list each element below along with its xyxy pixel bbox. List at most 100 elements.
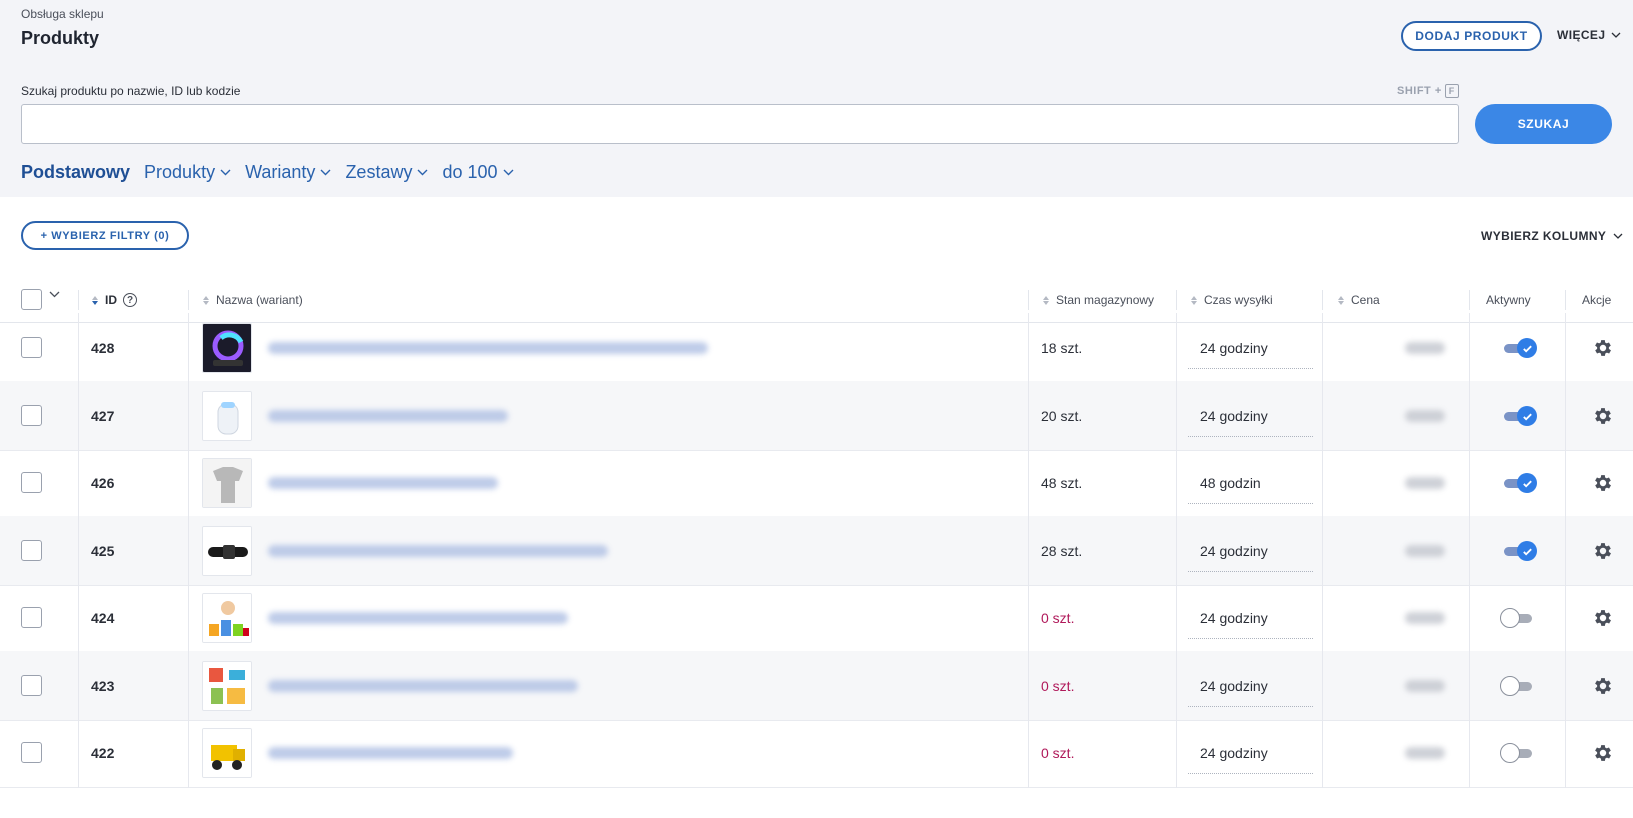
- product-name-link[interactable]: [268, 718, 1028, 788]
- product-thumbnail[interactable]: [202, 458, 252, 508]
- row-checkbox[interactable]: [21, 607, 42, 628]
- table-row[interactable]: 423 0 szt. 24 godziny: [0, 651, 1633, 721]
- column-divider: [188, 313, 189, 383]
- column-divider: [78, 516, 79, 586]
- column-divider: [1176, 583, 1177, 653]
- product-name-link[interactable]: [268, 583, 1028, 653]
- shipping-time-field[interactable]: 48 godzin: [1188, 462, 1313, 504]
- column-label: Cena: [1351, 293, 1380, 307]
- column-header-id[interactable]: ID ?: [92, 290, 137, 310]
- add-product-button[interactable]: DODAJ PRODUKT: [1401, 21, 1542, 51]
- table-row[interactable]: 426 48 szt. 48 godzin: [0, 448, 1633, 518]
- row-checkbox[interactable]: [21, 540, 42, 561]
- table-row[interactable]: 422 0 szt. 24 godziny: [0, 718, 1633, 788]
- product-name-link[interactable]: [268, 516, 1028, 586]
- column-divider: [78, 651, 79, 721]
- table-row[interactable]: 428 18 szt. 24 godziny: [0, 313, 1633, 383]
- gear-icon[interactable]: [1592, 540, 1614, 562]
- column-divider: [1028, 583, 1029, 653]
- shipping-time-field[interactable]: 24 godziny: [1188, 395, 1313, 437]
- gear-icon[interactable]: [1592, 607, 1614, 629]
- tab-podstawowy[interactable]: Podstawowy: [21, 162, 130, 183]
- stock-value: 0 szt.: [1041, 610, 1075, 626]
- column-divider: [1469, 448, 1470, 518]
- row-checkbox[interactable]: [21, 472, 42, 493]
- product-name-link[interactable]: [268, 448, 1028, 518]
- choose-filters-button[interactable]: + WYBIERZ FILTRY (0): [21, 221, 189, 250]
- column-header-price[interactable]: Cena: [1338, 290, 1380, 310]
- more-menu[interactable]: WIĘCEJ: [1557, 28, 1621, 42]
- gear-icon[interactable]: [1592, 742, 1614, 764]
- tab-label: Podstawowy: [21, 162, 131, 182]
- active-toggle[interactable]: [1502, 473, 1537, 493]
- product-thumbnail[interactable]: [202, 661, 252, 711]
- tab-warianty[interactable]: Warianty: [245, 162, 331, 183]
- shipping-time-field[interactable]: 24 godziny: [1188, 732, 1313, 774]
- product-name-link[interactable]: [268, 381, 1028, 451]
- product-thumbnail[interactable]: [202, 526, 252, 576]
- column-divider: [188, 583, 189, 653]
- product-name-link[interactable]: [268, 313, 1028, 383]
- redacted-name: [268, 545, 608, 557]
- table-row[interactable]: 425 28 szt. 24 godziny: [0, 516, 1633, 586]
- table-row[interactable]: 424 0 szt. 24 godziny: [0, 583, 1633, 653]
- product-id: 426: [91, 475, 115, 491]
- redacted-name: [268, 477, 498, 489]
- active-toggle[interactable]: [1500, 608, 1536, 628]
- row-checkbox[interactable]: [21, 742, 42, 763]
- row-checkbox[interactable]: [21, 405, 42, 426]
- active-toggle[interactable]: [1502, 406, 1537, 426]
- gear-icon[interactable]: [1592, 675, 1614, 697]
- chevron-down-icon[interactable]: [49, 291, 60, 298]
- column-label: Czas wysyłki: [1204, 293, 1273, 307]
- search-button[interactable]: SZUKAJ: [1475, 104, 1612, 144]
- column-divider: [188, 651, 189, 721]
- shipping-time-field[interactable]: 24 godziny: [1188, 665, 1313, 707]
- column-divider: [1565, 381, 1566, 451]
- choose-columns-button[interactable]: WYBIERZ KOLUMNY: [1481, 229, 1623, 243]
- column-divider: [78, 448, 79, 518]
- shipping-time-field[interactable]: 24 godziny: [1188, 530, 1313, 572]
- tab-do-100[interactable]: do 100: [442, 162, 514, 183]
- redacted-price: [1405, 477, 1445, 489]
- column-header-name[interactable]: Nazwa (wariant): [203, 290, 303, 310]
- choose-columns-label: WYBIERZ KOLUMNY: [1481, 229, 1607, 243]
- active-toggle[interactable]: [1500, 676, 1536, 696]
- shipping-time-field[interactable]: 24 godziny: [1188, 327, 1313, 369]
- tab-zestawy[interactable]: Zestawy: [345, 162, 428, 183]
- gear-icon[interactable]: [1592, 405, 1614, 427]
- active-toggle[interactable]: [1500, 743, 1536, 763]
- active-toggle[interactable]: [1502, 541, 1537, 561]
- shipping-time-field[interactable]: 24 godziny: [1188, 597, 1313, 639]
- help-icon[interactable]: ?: [123, 293, 137, 307]
- column-divider: [1176, 516, 1177, 586]
- select-all-checkbox[interactable]: [21, 289, 42, 310]
- row-checkbox[interactable]: [21, 337, 42, 358]
- column-header-shipping[interactable]: Czas wysyłki: [1191, 290, 1273, 310]
- tab-produkty[interactable]: Produkty: [144, 162, 231, 183]
- row-checkbox[interactable]: [21, 675, 42, 696]
- column-divider: [1469, 718, 1470, 788]
- breadcrumb[interactable]: Obsługa sklepu: [21, 7, 104, 21]
- table-row[interactable]: 427 20 szt. 24 godziny: [0, 381, 1633, 451]
- more-menu-label: WIĘCEJ: [1557, 28, 1606, 42]
- column-divider: [1565, 718, 1566, 788]
- chevron-down-icon: [320, 169, 331, 176]
- search-input[interactable]: [21, 104, 1459, 144]
- column-header-active: Aktywny: [1486, 290, 1531, 310]
- column-divider: [1028, 381, 1029, 451]
- product-thumbnail[interactable]: [202, 323, 252, 373]
- column-header-stock[interactable]: Stan magazynowy: [1043, 290, 1154, 310]
- column-divider: [1322, 448, 1323, 518]
- active-toggle[interactable]: [1502, 338, 1537, 358]
- product-thumbnail[interactable]: [202, 391, 252, 441]
- gear-icon[interactable]: [1592, 337, 1614, 359]
- column-divider: [78, 583, 79, 653]
- column-label: Stan magazynowy: [1056, 293, 1155, 307]
- redacted-name: [268, 747, 513, 759]
- product-thumbnail[interactable]: [202, 728, 252, 778]
- redacted-price: [1405, 680, 1445, 692]
- gear-icon[interactable]: [1592, 472, 1614, 494]
- product-thumbnail[interactable]: [202, 593, 252, 643]
- product-name-link[interactable]: [268, 651, 1028, 721]
